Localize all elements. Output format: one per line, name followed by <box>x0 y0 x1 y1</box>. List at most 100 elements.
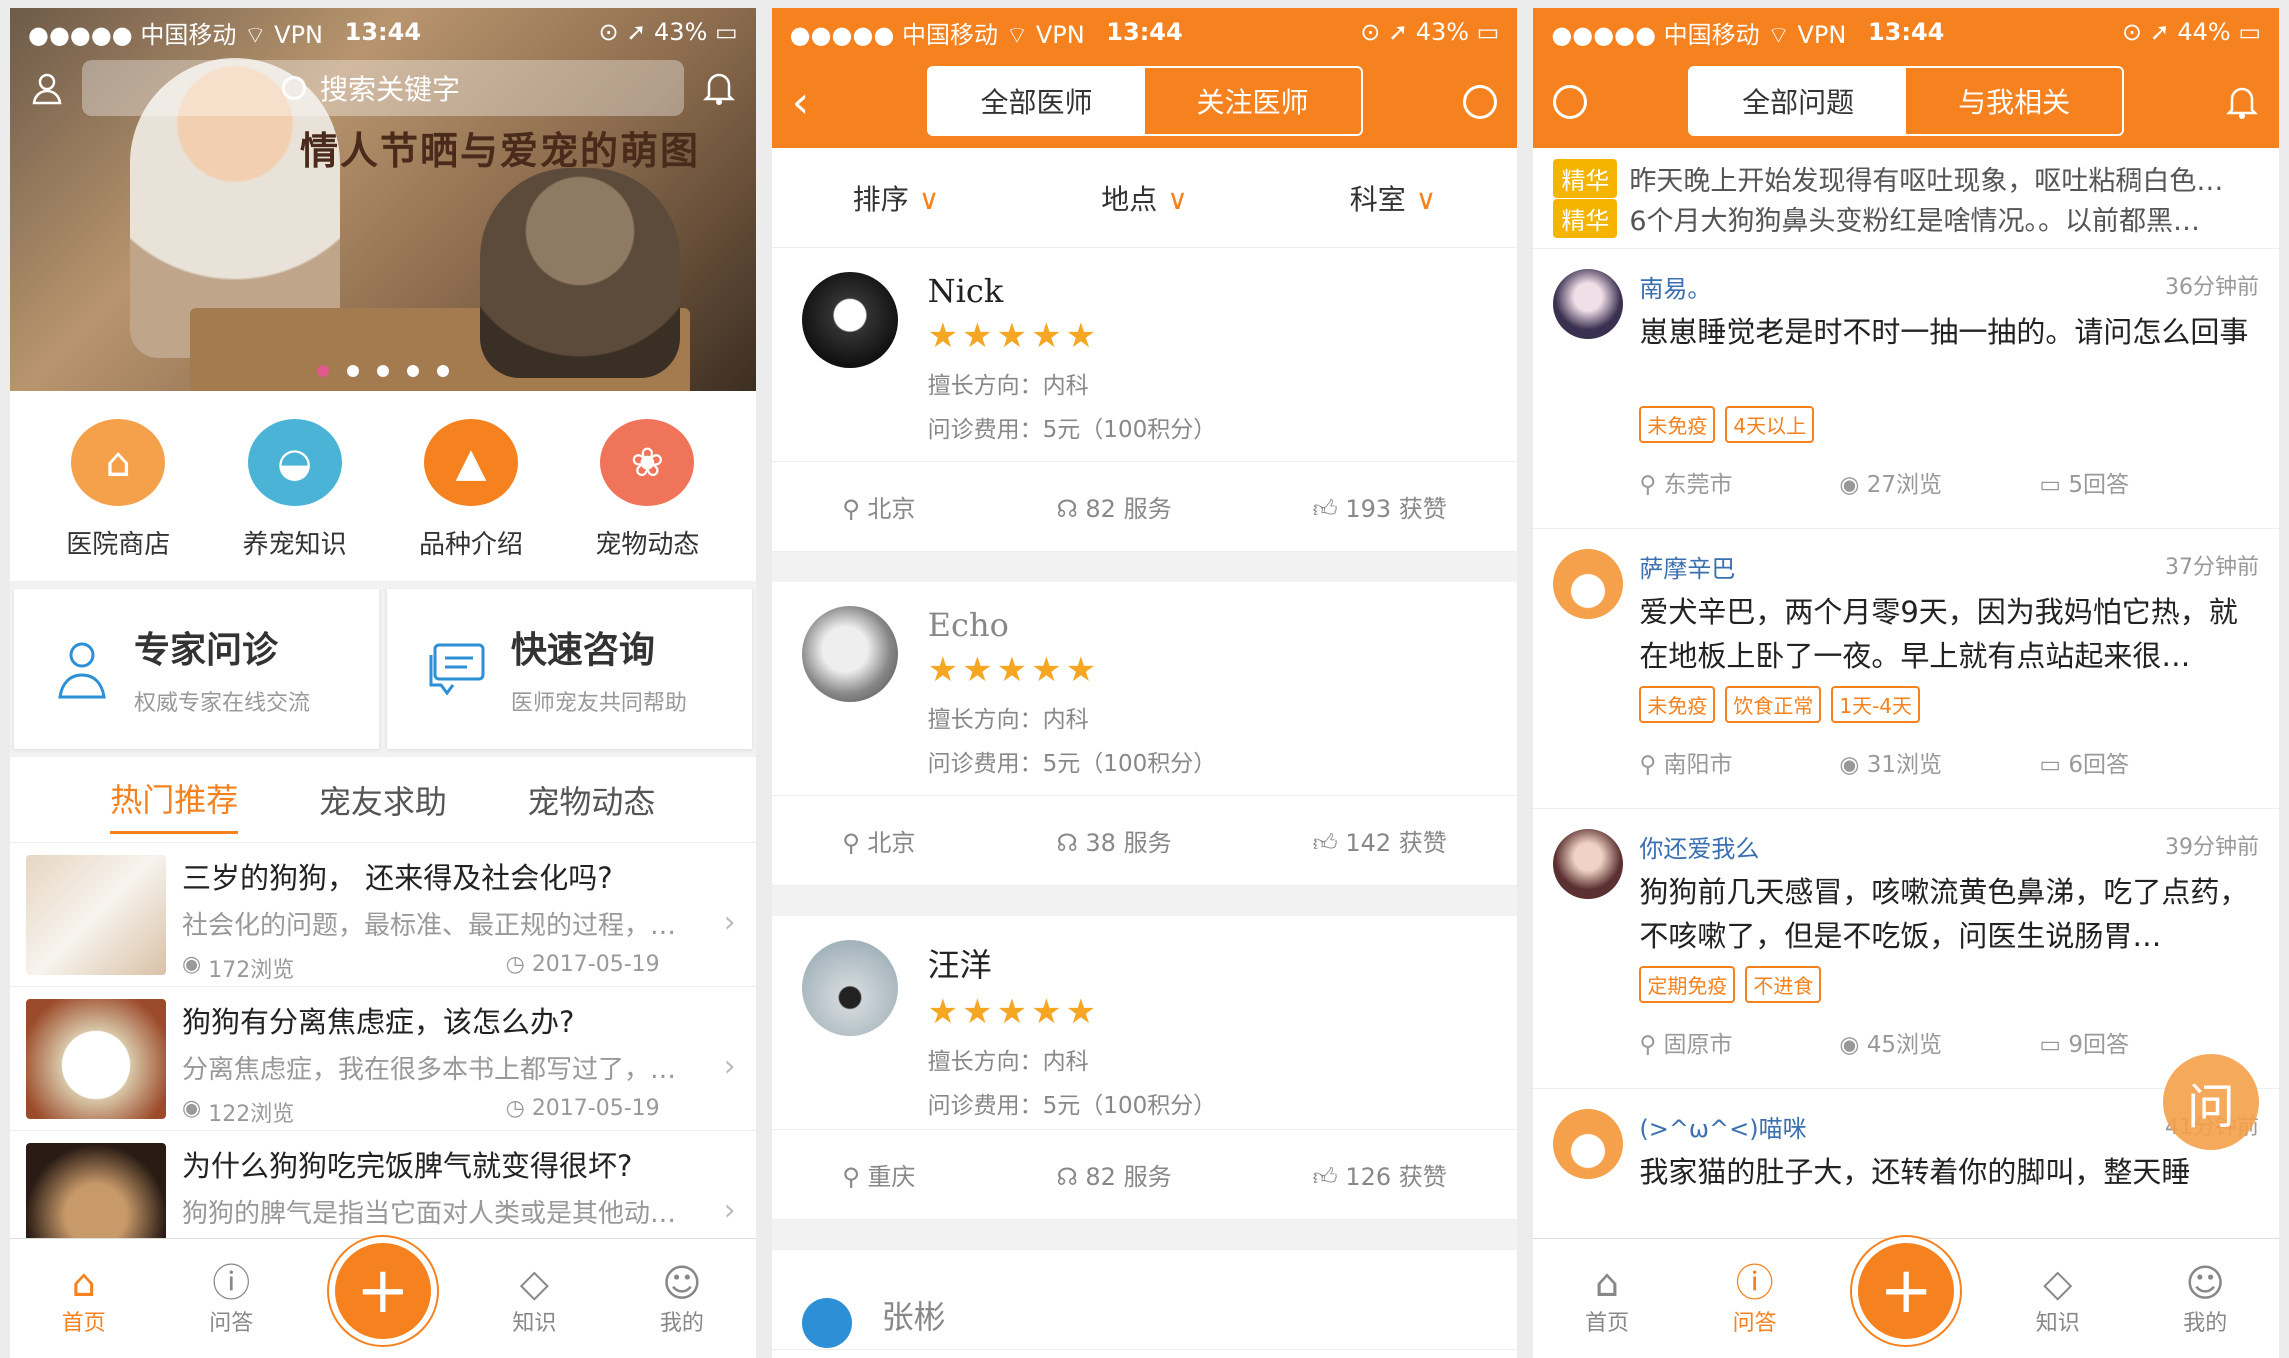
question-text: 狗狗前几天感冒，咳嗽流黄色鼻涕，吃了点药，不咳嗽了，但是不吃饭，问医生说肠胃… <box>1639 875 2249 953</box>
question-item[interactable]: 南易。 36分钟前 崽崽睡觉老是时不时一抽一抽的。请问怎么回事 未免疫 4天以上 ⚲… <box>1533 249 2280 529</box>
chevron-right-icon: › <box>723 905 736 940</box>
filter-sort[interactable]: 排序 ∨ <box>853 178 940 218</box>
question-user[interactable]: (>^ω^<)喵咪 <box>1639 1109 1806 1144</box>
question-answers: 9回答 <box>2068 1032 2130 1058</box>
pager-dot[interactable] <box>346 365 359 377</box>
home-banner[interactable]: ●●●●● 中国移动 ⌔ VPN 13:44 ⊙ ➚ 43% ▭ 搜索关键字 情… <box>10 8 756 391</box>
doctor-card[interactable]: Nick ★★★★★ 擅长方向：内科 问诊费用：5元（100积分） <box>771 248 1518 462</box>
tab-label: 首页 <box>61 1310 106 1336</box>
segment-related-to-me[interactable]: 与我相关 <box>1906 68 2122 134</box>
pager-dot[interactable] <box>406 365 419 377</box>
question-item[interactable]: 萨摩辛巴 37分钟前 爱犬辛巴，两个月零9天，因为我妈怕它热，就在地板上卧了一夜。… <box>1533 529 2280 809</box>
article-item[interactable]: 狗狗有分离焦虑症，该怎么办? 分离焦虑症，我在很多本书上都写过了，… ◉ 122浏… <box>10 987 756 1131</box>
filter-department[interactable]: 科室 ∨ <box>1350 178 1437 218</box>
article-item[interactable]: 三岁的狗狗， 还来得及社会化吗? 社会化的问题，最标准、最正规的过程，… ◉ 17… <box>10 843 756 987</box>
featured-item[interactable]: 精华 6个月大狗狗鼻头变粉红是啥情况。。以前都黑… <box>1553 198 2259 238</box>
question-user[interactable]: 你还爱我么 <box>1639 829 1759 864</box>
doctor-likes: 126 获赞 <box>1345 1163 1447 1191</box>
question-user[interactable]: 萨摩辛巴 <box>1639 549 1735 584</box>
tab-hot[interactable]: 热门推荐 <box>110 765 239 834</box>
segment-all-doctors[interactable]: 全部医师 <box>928 68 1145 134</box>
tab-qa[interactable]: ⓘ 问答 <box>181 1261 281 1337</box>
user-icon[interactable] <box>30 71 64 105</box>
pager-dot[interactable] <box>436 365 449 377</box>
search-icon[interactable] <box>1553 85 1588 119</box>
question-text: 崽崽睡觉老是时不时一抽一抽的。请问怎么回事 <box>1639 315 2249 349</box>
divider <box>771 552 1518 582</box>
question-tags: 未免疫 饮食正常 1天-4天 <box>1639 686 2259 723</box>
ask-question-button[interactable]: 问 <box>2163 1054 2260 1150</box>
bell-icon[interactable] <box>702 70 736 106</box>
pager-dot[interactable] <box>316 365 329 377</box>
eye-icon: ◉ <box>182 1096 209 1121</box>
filter-location[interactable]: 地点 ∨ <box>1101 178 1188 218</box>
location-stat: ⚲ 北京 <box>842 489 915 524</box>
banner-pager[interactable] <box>10 365 756 377</box>
featured-badge: 精华 <box>1553 158 1618 198</box>
article-date-group: ◷ 2017-05-19 <box>506 1096 660 1128</box>
question-tag: 未免疫 <box>1639 406 1716 443</box>
search-input[interactable]: 搜索关键字 <box>82 60 684 116</box>
avatar <box>1553 1109 1624 1179</box>
qa-screen: ●●●●● 中国移动 ⌔ VPN 13:44 ⊙ ➚ 44% ▭ 全部问题 与我相关 … <box>1533 8 2280 1358</box>
location-pin-icon: ⚲ <box>1639 472 1664 498</box>
rating-stars: ★★★★★ <box>927 650 1101 690</box>
location-stat: ⚲ 重庆 <box>842 1157 915 1192</box>
tab-home[interactable]: ⌂ 首页 <box>34 1261 134 1337</box>
pager-dot[interactable] <box>376 365 389 377</box>
chevron-right-icon: › <box>723 1049 736 1084</box>
add-button[interactable]: + <box>1852 1236 1961 1345</box>
chevron-right-icon: › <box>723 1193 736 1228</box>
tab-label: 首页 <box>1585 1310 1630 1336</box>
tab-home[interactable]: ⌂ 首页 <box>1557 1261 1657 1337</box>
doctor-fee: 问诊费用：5元（100积分） <box>927 1093 1217 1119</box>
category-pet-knowledge[interactable]: ◒ 养宠知识 <box>220 419 370 561</box>
search-icon[interactable] <box>1463 85 1498 119</box>
location-pin-icon: ⚲ <box>1639 752 1664 778</box>
avatar <box>801 1298 852 1348</box>
doctor-name: 张彬 <box>881 1298 946 1336</box>
tab-mine[interactable]: ☺ 我的 <box>632 1261 732 1337</box>
doctor-card[interactable]: Echo ★★★★★ 擅长方向：内科 问诊费用：5元（100积分） <box>771 582 1518 796</box>
user-icon: ☺ <box>662 1260 702 1305</box>
doctor-card[interactable]: 汪洋 ★★★★★ 擅长方向：内科 问诊费用：5元（100积分） <box>771 916 1518 1130</box>
tab-pet-news[interactable]: 宠物动态 <box>527 767 655 833</box>
doctor-specialty: 擅长方向：内科 <box>927 1049 1089 1075</box>
tab-mine[interactable]: ☺ 我的 <box>2155 1261 2255 1337</box>
question-item[interactable]: 你还爱我么 39分钟前 狗狗前几天感冒，咳嗽流黄色鼻涕，吃了点药，不咳嗽了，但是不… <box>1533 809 2280 1089</box>
expert-consult-card[interactable]: 专家问诊 权威专家在线交流 <box>14 589 379 749</box>
service-stat: ☊ 38 服务 <box>1056 823 1171 858</box>
like-stat: 👍︎ 142 获赞 <box>1313 823 1447 858</box>
eye-icon: ◉ <box>1839 752 1867 778</box>
featured-badge: 精华 <box>1553 198 1618 238</box>
tab-knowledge[interactable]: ◇ 知识 <box>2008 1261 2108 1337</box>
views-stat: ◉ 45浏览 <box>1839 1025 2039 1059</box>
article-date: 2017-05-19 <box>531 952 660 977</box>
add-button[interactable]: + <box>328 1236 437 1345</box>
segment-followed-doctors[interactable]: 关注医师 <box>1145 68 1361 134</box>
paw-icon: ❀ <box>600 419 695 506</box>
question-user[interactable]: 南易。 <box>1639 269 1711 304</box>
doctor-stats: ⚲ 重庆 ☊ 82 服务 👍︎ 126 获赞 <box>771 1130 1518 1220</box>
category-hospital-store[interactable]: ⌂ 医院商店 <box>43 419 193 561</box>
answers-stat: ▭ 6回答 <box>2039 745 2239 779</box>
comment-icon: ▭ <box>2039 752 2069 778</box>
doctor-card[interactable]: 张彬 <box>771 1250 1518 1350</box>
featured-item[interactable]: 精华 昨天晚上开始发现得有呕吐现象，呕吐粘稠白色… <box>1553 158 2259 198</box>
article-title: 为什么狗狗吃完饭脾气就变得很坏? <box>182 1149 633 1183</box>
tab-qa[interactable]: ⓘ 问答 <box>1705 1261 1805 1337</box>
doctor-likes: 193 获赞 <box>1345 495 1447 523</box>
featured-text: 6个月大狗狗鼻头变粉红是啥情况。。以前都黑… <box>1629 205 2201 237</box>
tab-help[interactable]: 宠友求助 <box>319 767 447 833</box>
back-icon[interactable]: ‹ <box>792 77 810 128</box>
divider <box>771 1220 1518 1250</box>
category-pet-news[interactable]: ❀ 宠物动态 <box>572 419 722 561</box>
category-breeds[interactable]: ▲ 品种介绍 <box>396 419 546 561</box>
bell-icon[interactable] <box>2225 84 2259 120</box>
tab-knowledge[interactable]: ◇ 知识 <box>484 1261 584 1337</box>
segment-all-questions[interactable]: 全部问题 <box>1690 68 1907 134</box>
category-label: 医院商店 <box>66 530 171 560</box>
question-city: 东莞市 <box>1663 472 1733 498</box>
clock-icon: ◷ <box>505 952 532 977</box>
quick-consult-card[interactable]: 快速咨询 医师宠友共同帮助 <box>386 589 752 749</box>
